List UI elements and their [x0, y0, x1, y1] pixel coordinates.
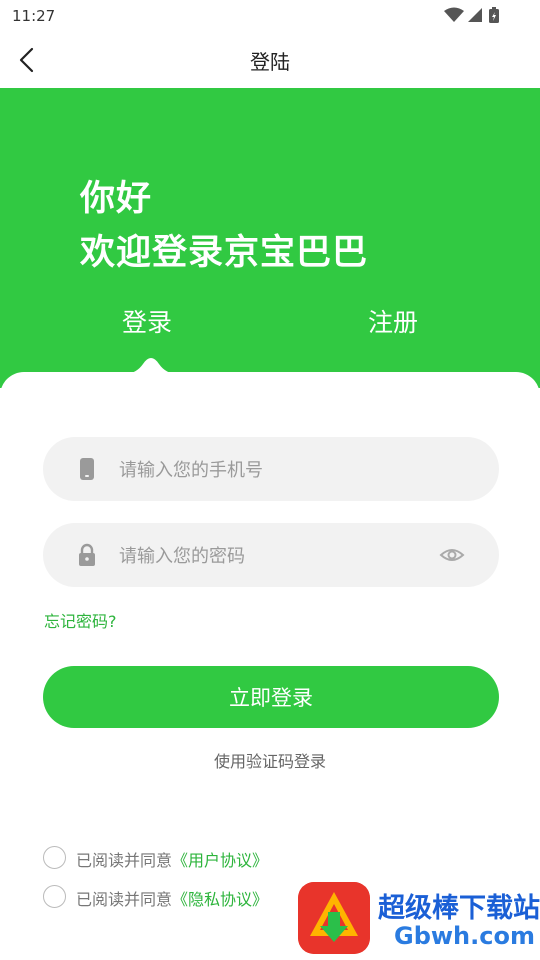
wifi-icon: [444, 7, 464, 22]
active-tab-indicator: [124, 358, 178, 374]
lock-icon: [79, 543, 95, 566]
eye-icon[interactable]: [439, 543, 465, 567]
greeting-line2: 欢迎登录京宝巴巴: [80, 233, 369, 273]
watermark: 超级棒下载站 Gbwh.com: [298, 880, 540, 960]
sms-login-link[interactable]: 使用验证码登录: [0, 748, 540, 772]
user-agreement-radio[interactable]: [43, 846, 66, 869]
phone-field: [43, 437, 499, 503]
password-field: [43, 523, 499, 589]
tab-login[interactable]: 登录: [122, 303, 172, 339]
signal-icon: [468, 8, 482, 22]
hero-banner: 你好 欢迎登录京宝巴巴 登录 注册: [0, 88, 540, 388]
phone-icon: [80, 458, 94, 480]
status-icons: [444, 7, 499, 23]
agreement-prefix: 已阅读并同意: [76, 890, 173, 909]
agreement-prefix: 已阅读并同意: [76, 851, 173, 870]
watermark-subtitle: Gbwh.com: [394, 922, 535, 950]
forgot-password-link[interactable]: 忘记密码?: [44, 608, 117, 632]
privacy-agreement-radio[interactable]: [43, 885, 66, 908]
phone-input[interactable]: [117, 437, 451, 503]
battery-icon: [489, 7, 499, 23]
status-time: 11:27: [12, 7, 56, 25]
greeting-line1: 你好: [80, 179, 153, 219]
nav-bar: 登陆: [0, 32, 540, 88]
download-site-logo-icon: [298, 882, 370, 954]
user-agreement-link[interactable]: 《用户协议》: [172, 851, 268, 870]
tab-register[interactable]: 注册: [368, 303, 418, 339]
page-title: 登陆: [250, 50, 290, 74]
privacy-agreement-link[interactable]: 《隐私协议》: [172, 890, 268, 909]
login-button[interactable]: 立即登录: [43, 666, 499, 728]
status-bar: 11:27: [0, 0, 540, 32]
password-input[interactable]: [117, 523, 451, 589]
watermark-title: 超级棒下载站: [378, 893, 540, 924]
